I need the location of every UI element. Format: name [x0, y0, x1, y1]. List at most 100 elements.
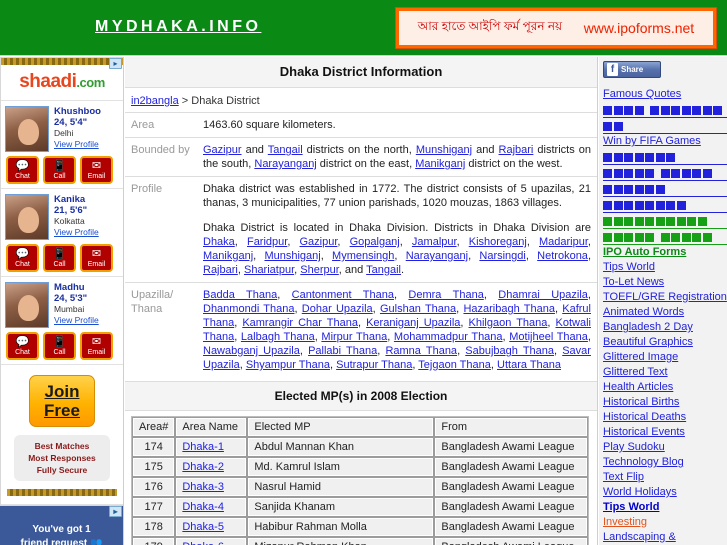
site-logo[interactable]: MYDHAKA.INFO: [95, 18, 261, 36]
district-link-tangail[interactable]: Tangail: [268, 144, 303, 156]
district-link-munshiganj[interactable]: Munshiganj: [416, 144, 472, 156]
constituency-link[interactable]: Dhaka-4: [182, 501, 224, 513]
chat-button[interactable]: 💬 Chat: [6, 244, 39, 272]
constituency-link[interactable]: Dhaka-3: [182, 481, 224, 493]
related-link[interactable]: Beautiful Graphics: [603, 335, 727, 350]
shaadi-ad-box[interactable]: ▸ shaadi.com Khushboo 24, 5'4" Delhi Vie…: [0, 57, 123, 506]
related-link[interactable]: Bangladesh 2 Day: [603, 320, 727, 335]
upazilla-link[interactable]: Keraniganj Upazila: [366, 317, 460, 329]
district-link-sherpur[interactable]: Sherpur: [300, 264, 339, 276]
upazilla-link[interactable]: Kamrangir Char Thana: [242, 317, 358, 329]
district-link-gazipur[interactable]: Gazipur: [203, 144, 242, 156]
upazilla-link[interactable]: Gulshan Thana: [380, 303, 456, 315]
district-link-munshiganj[interactable]: Munshiganj: [264, 250, 320, 262]
upazilla-link[interactable]: Nawabganj Upazila: [203, 345, 300, 357]
upazilla-link[interactable]: Cantonment Thana: [292, 289, 394, 301]
related-link-bengali[interactable]: [603, 118, 727, 134]
district-link-jamalpur[interactable]: Jamalpur: [412, 236, 457, 248]
related-link-bengali[interactable]: [603, 181, 727, 197]
adchoices-icon[interactable]: ▸: [109, 506, 122, 517]
district-link-shariatpur[interactable]: Shariatpur: [244, 264, 294, 276]
related-link[interactable]: IPO Auto Forms: [603, 245, 727, 260]
related-link[interactable]: Health Articles: [603, 380, 727, 395]
email-button[interactable]: ✉ Email: [80, 244, 113, 272]
district-link-gopalganj[interactable]: Gopalganj: [350, 236, 400, 248]
breadcrumb-link-in2bangla[interactable]: in2bangla: [131, 95, 179, 107]
upazilla-link[interactable]: Uttara Thana: [497, 359, 561, 371]
upazilla-link[interactable]: Dhanmondi Thana: [203, 303, 294, 315]
profile-card[interactable]: Madhu 24, 5'3" Mumbai View Profile 💬 Chat…: [1, 277, 123, 365]
upazilla-link[interactable]: Badda Thana: [203, 289, 277, 301]
upazilla-link[interactable]: Sabujbagh Thana: [465, 345, 554, 357]
related-link[interactable]: Glittered Image: [603, 350, 727, 365]
related-link[interactable]: Historical Deaths: [603, 410, 727, 425]
related-link-bengali[interactable]: [603, 149, 727, 165]
upazilla-link[interactable]: Mirpur Thana: [321, 331, 387, 343]
upazilla-link[interactable]: Dohar Upazila: [302, 303, 373, 315]
join-free-button[interactable]: Join Free: [29, 375, 95, 427]
facebook-friend-request-ad[interactable]: ▸ You've got 1 friend request 👥: [0, 506, 123, 545]
related-link[interactable]: World Holidays: [603, 485, 727, 500]
upazilla-link[interactable]: Demra Thana: [408, 289, 483, 301]
related-link[interactable]: Text Flip: [603, 470, 727, 485]
call-button[interactable]: 📱 Call: [43, 332, 76, 360]
constituency-link[interactable]: Dhaka-5: [182, 521, 224, 533]
upazilla-link[interactable]: Pallabi Thana: [308, 345, 377, 357]
adchoices-icon[interactable]: ▸: [109, 58, 122, 69]
upazilla-link[interactable]: Tejgaon Thana: [418, 359, 491, 371]
chat-button[interactable]: 💬 Chat: [6, 332, 39, 360]
constituency-link[interactable]: Dhaka-6: [182, 541, 224, 545]
related-link[interactable]: Landscaping &: [603, 530, 727, 545]
email-button[interactable]: ✉ Email: [80, 332, 113, 360]
upazilla-link[interactable]: Dhamrai Upazila: [498, 289, 588, 301]
related-link[interactable]: Tips World: [603, 260, 727, 275]
upazilla-link[interactable]: Ramna Thana: [385, 345, 457, 357]
upazilla-link[interactable]: Motijheel Thana: [509, 331, 588, 343]
related-link[interactable]: Historical Events: [603, 425, 727, 440]
district-link-tangail[interactable]: Tangail: [366, 264, 401, 276]
district-link-manikganj[interactable]: Manikganj: [203, 250, 253, 262]
call-button[interactable]: 📱 Call: [43, 156, 76, 184]
constituency-link[interactable]: Dhaka-2: [182, 461, 224, 473]
related-link[interactable]: Famous Quotes: [603, 87, 727, 102]
district-link-faridpur[interactable]: Faridpur: [247, 236, 287, 248]
view-profile-link[interactable]: View Profile: [54, 227, 99, 237]
related-link-bengali[interactable]: [603, 165, 727, 181]
district-link-narayanganj[interactable]: Narayanganj: [254, 158, 316, 170]
profile-card[interactable]: Khushboo 24, 5'4" Delhi View Profile 💬 Ch…: [1, 101, 123, 189]
related-link[interactable]: Play Sudoku: [603, 440, 727, 455]
district-link-dhaka[interactable]: Dhaka: [203, 236, 235, 248]
view-profile-link[interactable]: View Profile: [54, 139, 99, 149]
related-link[interactable]: Tips World: [603, 500, 727, 515]
upazilla-link[interactable]: Mohammadpur Thana: [394, 331, 503, 343]
email-button[interactable]: ✉ Email: [80, 156, 113, 184]
related-link-bengali[interactable]: [603, 213, 727, 229]
related-link[interactable]: Win by FIFA Games: [603, 134, 727, 149]
district-link-netrokona[interactable]: Netrokona: [537, 250, 588, 262]
district-link-narsingdi[interactable]: Narsingdi: [479, 250, 525, 262]
district-link-madaripur[interactable]: Madaripur: [539, 236, 588, 248]
upazilla-link[interactable]: Khilgaon Thana: [469, 317, 548, 329]
call-button[interactable]: 📱 Call: [43, 244, 76, 272]
facebook-share-button[interactable]: f Share: [603, 61, 661, 78]
related-link[interactable]: TOEFL/GRE Registration: [603, 290, 727, 305]
upazilla-link[interactable]: Shyampur Thana: [246, 359, 330, 371]
related-link-bengali[interactable]: [603, 102, 727, 118]
related-link-bengali[interactable]: [603, 197, 727, 213]
related-link[interactable]: Technology Blog: [603, 455, 727, 470]
related-link[interactable]: Historical Births: [603, 395, 727, 410]
profile-card[interactable]: Kanika 21, 5'6" Kolkatta View Profile 💬 C…: [1, 189, 123, 277]
upazilla-link[interactable]: Lalbagh Thana: [241, 331, 315, 343]
view-profile-link[interactable]: View Profile: [54, 315, 99, 325]
district-link-rajbari[interactable]: Rajbari: [203, 264, 238, 276]
related-link[interactable]: Glittered Text: [603, 365, 727, 380]
related-link[interactable]: To-Let News: [603, 275, 727, 290]
upazilla-link[interactable]: Sutrapur Thana: [336, 359, 412, 371]
constituency-link[interactable]: Dhaka-1: [182, 441, 224, 453]
chat-button[interactable]: 💬 Chat: [6, 156, 39, 184]
upazilla-link[interactable]: Hazaribagh Thana: [463, 303, 554, 315]
related-link[interactable]: Investing: [603, 515, 727, 530]
related-link[interactable]: Animated Words: [603, 305, 727, 320]
district-link-narayanganj[interactable]: Narayanganj: [406, 250, 468, 262]
district-link-gazipur[interactable]: Gazipur: [300, 236, 338, 248]
